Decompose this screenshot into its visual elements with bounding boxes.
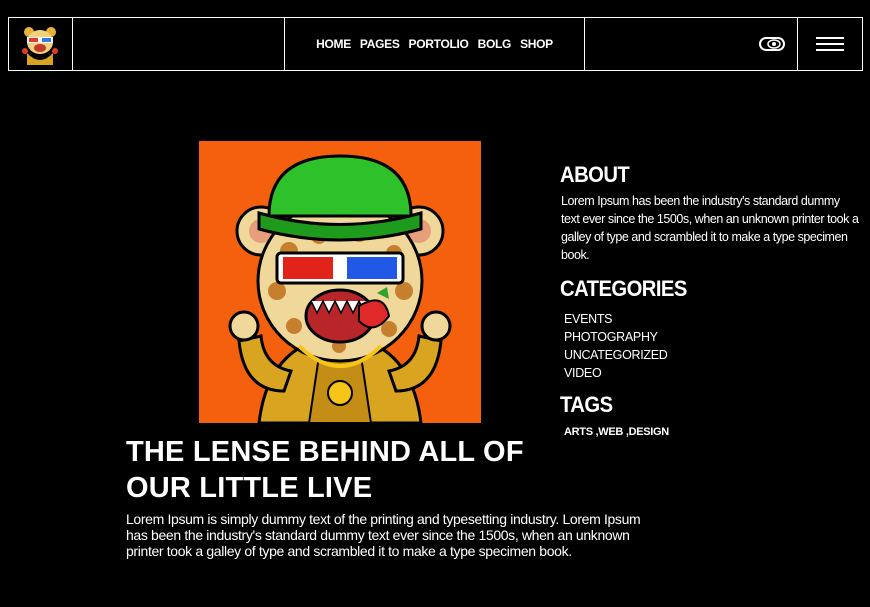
tag-arts[interactable]: ARTS — [564, 426, 593, 438]
tag-web[interactable]: WEB — [598, 426, 623, 438]
page-title: THE LENSE BEHIND ALL OF OUR LITTLE LIVE — [126, 434, 556, 506]
category-events[interactable]: EVENTS — [564, 310, 668, 328]
header-actions — [585, 18, 799, 70]
nav-blog[interactable]: BOLG — [478, 37, 512, 51]
eye-icon — [759, 37, 786, 51]
site-header: HOME PAGES PORTOLIO BOLG SHOP — [8, 17, 863, 71]
nav-shop[interactable]: SHOP — [520, 37, 553, 51]
view-toggle-button[interactable] — [759, 36, 786, 52]
nav-pages[interactable]: PAGES — [360, 37, 400, 51]
category-video[interactable]: VIDEO — [564, 364, 668, 382]
category-uncategorized[interactable]: UNCATEGORIZED — [564, 346, 668, 364]
bear-mascot-illustration — [199, 141, 481, 423]
category-photography[interactable]: PHOTOGRAPHY — [564, 328, 668, 346]
intro-paragraph: Lorem Ipsum is simply dummy text of the … — [126, 511, 641, 559]
bear-mascot-logo[interactable] — [19, 23, 62, 65]
tag-design[interactable]: DESIGN — [629, 426, 670, 438]
header-spacer — [73, 18, 285, 70]
categories-heading: CATEGORIES — [560, 276, 687, 301]
main-nav: HOME PAGES PORTOLIO BOLG SHOP — [285, 18, 586, 70]
nav-portfolio[interactable]: PORTOLIO — [409, 37, 469, 51]
page-title-line-2: OUR LITTLE LIVE — [126, 472, 373, 504]
tags-heading: TAGS — [560, 392, 613, 417]
logo-cell — [9, 18, 73, 70]
categories-list: EVENTS PHOTOGRAPHY UNCATEGORIZED VIDEO — [564, 310, 668, 382]
nav-home[interactable]: HOME — [316, 37, 351, 51]
tags-list: ARTS ,WEB ,DESIGN — [564, 426, 669, 438]
about-heading: ABOUT — [560, 162, 630, 187]
hamburger-menu-icon — [816, 37, 845, 51]
page-title-line-1: THE LENSE BEHIND ALL OF — [126, 436, 524, 468]
about-text: Lorem Ipsum has been the industry's stan… — [561, 194, 859, 262]
hero-image — [199, 141, 481, 423]
menu-button[interactable] — [798, 18, 862, 70]
